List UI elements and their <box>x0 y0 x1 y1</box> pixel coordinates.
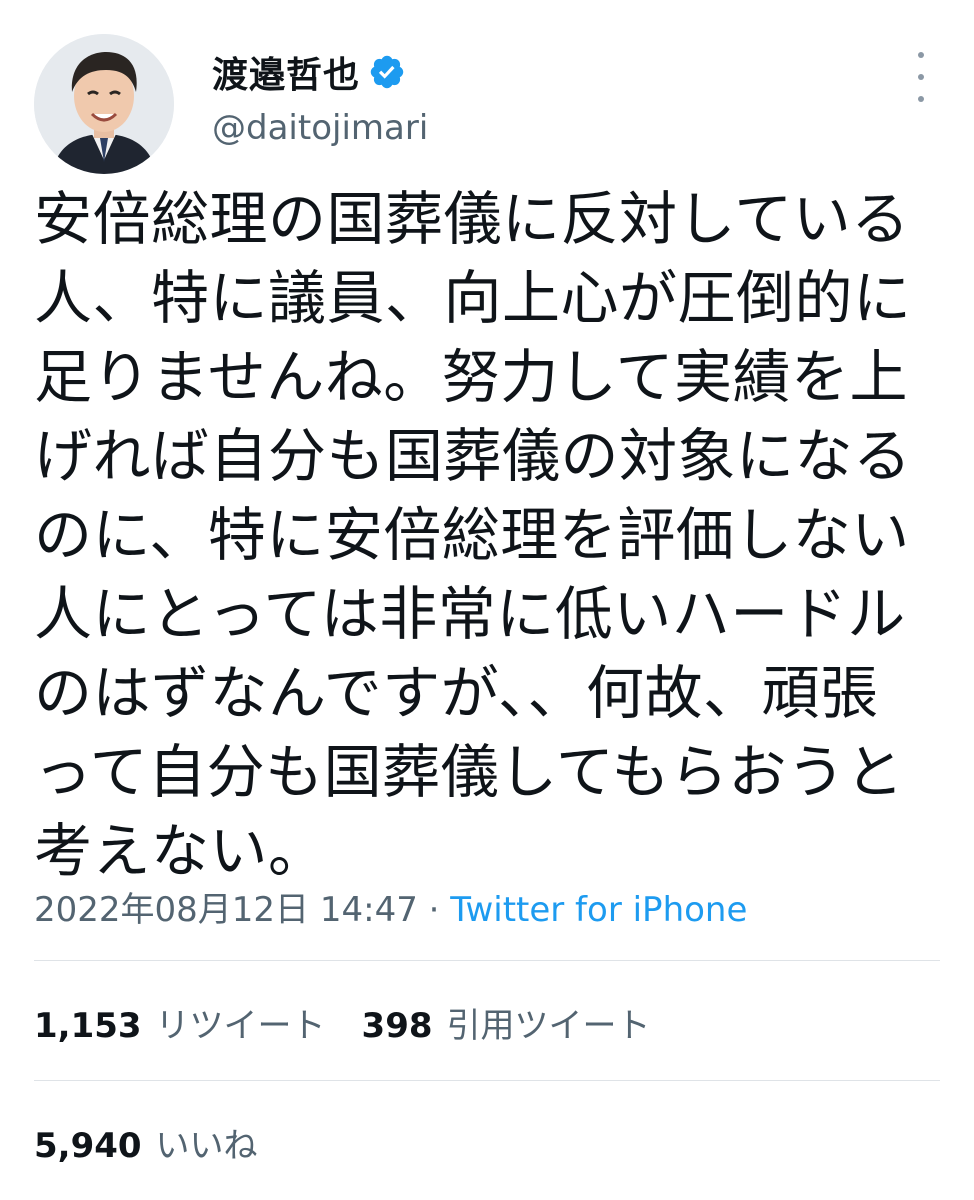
likes-label: いいね <box>155 1126 258 1166</box>
dot <box>918 74 924 80</box>
likes-stat[interactable]: 5,940 いいね <box>34 1118 258 1167</box>
avatar[interactable] <box>34 34 174 174</box>
quotes-label: 引用ツイート <box>446 1006 651 1046</box>
tweet-text-line: 足りませんね。努力して実績を上 <box>34 343 909 411</box>
tweet-text-line: って自分も国葬儀してもらおうと <box>34 738 904 806</box>
more-options-icon[interactable] <box>904 52 938 102</box>
likes-count: 5,940 <box>34 1126 142 1166</box>
tweet-source-link[interactable]: Twitter for iPhone <box>450 890 747 930</box>
verified-badge-icon <box>368 53 406 91</box>
tweet-meta: 2022年08月12日 14:47 · Twitter for iPhone <box>34 882 747 931</box>
quotes-count: 398 <box>361 1006 433 1046</box>
likes-stats-row: 5,940 いいね <box>34 1118 294 1167</box>
tweet-text-line: 安倍総理の国葬儀に反対している <box>34 185 910 253</box>
display-name[interactable]: 渡邉哲也 <box>212 46 360 98</box>
tweet-text-line: 考えない。 <box>34 817 327 885</box>
tweet-timestamp[interactable]: 2022年08月12日 14:47 <box>34 890 418 930</box>
retweet-stats-row: 1,153 リツイート 398 引用ツイート <box>34 998 687 1047</box>
avatar-photo <box>34 34 174 174</box>
divider <box>34 960 940 961</box>
tweet-text: 安倍総理の国葬儀に反対している 人、特に議員、向上心が圧倒的に 足りませんね。努… <box>34 180 940 891</box>
author-info: 渡邉哲也 @daitojimari <box>212 48 428 148</box>
tweet-text-line: 人、特に議員、向上心が圧倒的に <box>34 264 912 332</box>
tweet-text-line: 人にとっては非常に低いハードル <box>34 580 906 648</box>
dot <box>918 52 924 58</box>
quotes-stat[interactable]: 398 引用ツイート <box>362 998 651 1047</box>
retweets-stat[interactable]: 1,153 リツイート <box>34 998 326 1047</box>
divider <box>34 1080 940 1081</box>
meta-separator: · <box>417 890 451 930</box>
author-handle[interactable]: @daitojimari <box>212 108 428 148</box>
tweet-text-line: のに、特に安倍総理を評価しない <box>34 501 910 569</box>
tweet-header: 渡邉哲也 @daitojimari <box>34 34 940 174</box>
tweet-text-line: のはずなんですが、、何故、頑張 <box>34 659 879 727</box>
tweet-text-line: げれば自分も国葬儀の対象になる <box>34 422 912 490</box>
retweets-count: 1,153 <box>34 1006 142 1046</box>
retweets-label: リツイート <box>155 1006 326 1046</box>
dot <box>918 96 924 102</box>
display-name-row: 渡邉哲也 <box>212 48 428 96</box>
